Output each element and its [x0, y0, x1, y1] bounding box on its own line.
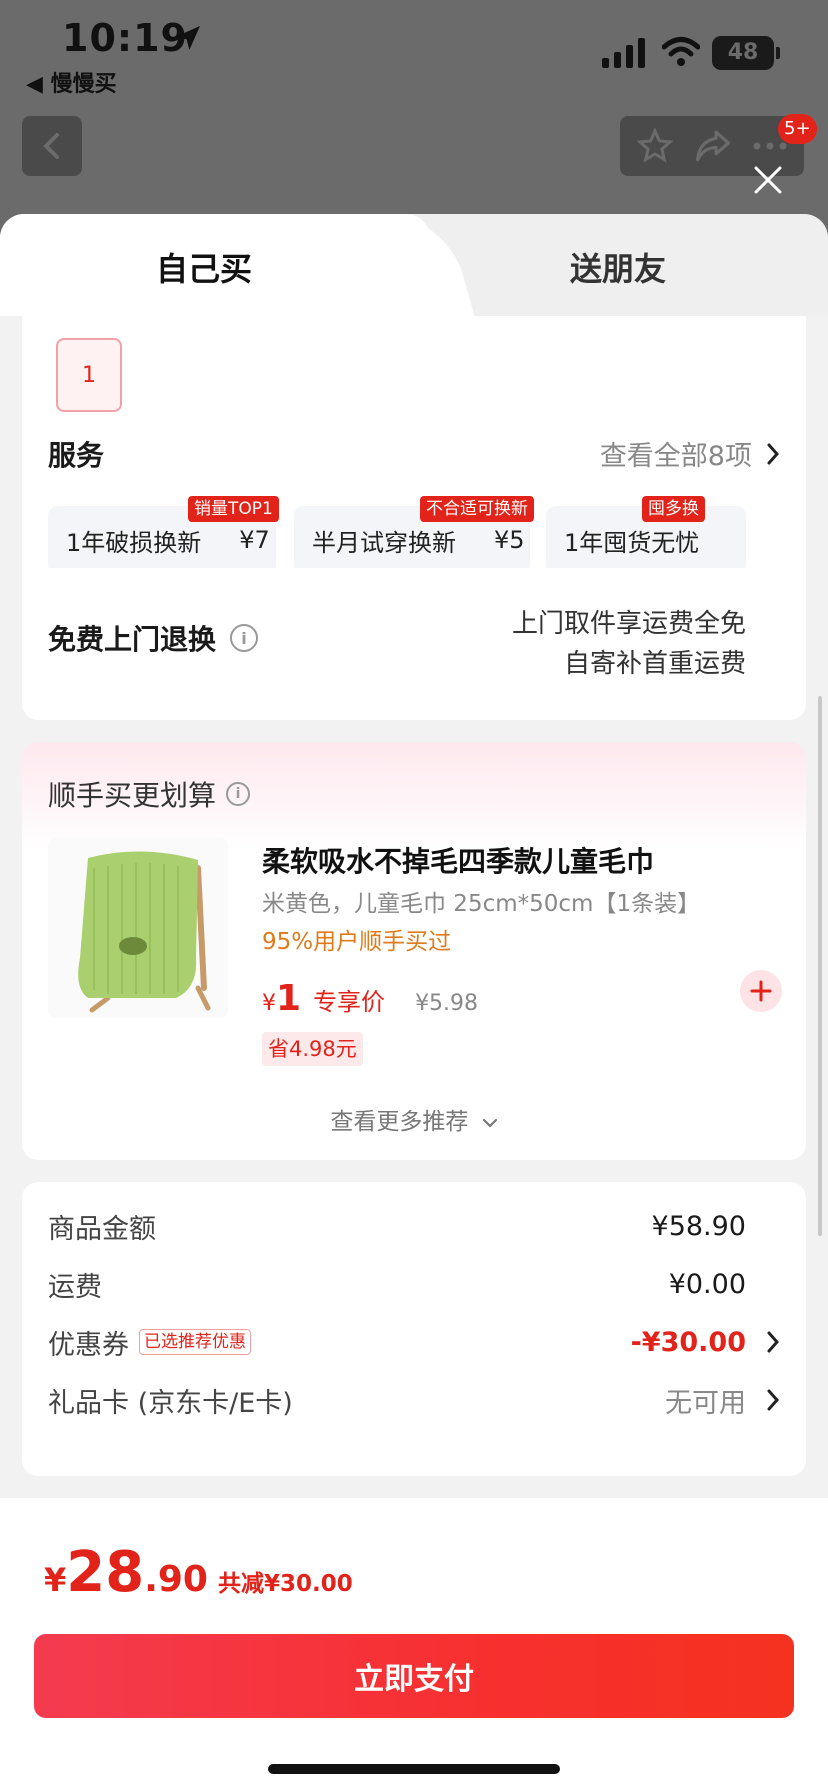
- chevron-down-icon: [482, 1118, 497, 1128]
- towel-image-icon: [48, 838, 228, 1018]
- scrollbar[interactable]: [818, 696, 822, 1236]
- goods-amount-row: 商品金额 ¥58.90: [48, 1206, 780, 1246]
- share-icon[interactable]: [694, 129, 732, 163]
- view-all-label: 查看全部8项: [599, 441, 752, 472]
- price-value: 1: [276, 978, 302, 1019]
- product-spec: 米黄色，儿童毛巾 25cm*50cm【1条装】: [262, 891, 701, 917]
- chevron-left-icon: [43, 133, 59, 159]
- chevron-right-icon: [767, 1331, 780, 1353]
- chevron-right-icon: [767, 1389, 780, 1411]
- chevron-right-icon: [767, 443, 780, 464]
- shipping-value: ¥0.00: [668, 1268, 746, 1300]
- view-all-services[interactable]: 查看全部8项: [600, 434, 780, 473]
- service-tag: 不合适可换新: [420, 496, 534, 522]
- original-price: ¥5.98: [415, 991, 479, 1016]
- info-icon[interactable]: i: [230, 624, 259, 652]
- back-button[interactable]: [22, 116, 82, 176]
- service-tag: 销量TOP1: [188, 496, 279, 522]
- free-return-label: 免费上门退换: [48, 623, 217, 656]
- coupon-label: 优惠券: [48, 1329, 129, 1361]
- free-return-desc: 上门取件享运费全免 自寄补首重运费: [512, 604, 746, 684]
- product-name[interactable]: 柔软吸水不掉毛四季款儿童毛巾: [262, 840, 654, 880]
- gift-card-row[interactable]: 礼品卡 (京东卡/E卡) 无可用: [48, 1380, 780, 1420]
- message-badge: 5+: [778, 114, 817, 144]
- add-to-order-button[interactable]: [740, 970, 782, 1012]
- background-page: 10:19 ◀ 慢慢买 48 5+: [0, 0, 828, 240]
- more-dots-icon[interactable]: [753, 141, 787, 151]
- clock: 10:19: [62, 16, 188, 60]
- price-currency: ¥: [262, 991, 276, 1016]
- battery-indicator: 48: [712, 36, 780, 70]
- tab-send-friend[interactable]: 送朋友: [570, 244, 666, 290]
- order-summary-card: 商品金额 ¥58.90 运费 ¥0.00 优惠券 已选推荐优惠 -¥30.00 …: [22, 1182, 806, 1476]
- service-card: 1 服务 查看全部8项 1年破损换新 ¥7 销量TOP1 半月试穿换新 ¥5 不…: [22, 316, 806, 720]
- coupon-tag: 已选推荐优惠: [139, 1329, 251, 1355]
- more-recommendations-label: 查看更多推荐: [330, 1109, 469, 1135]
- tab-buy-myself-label[interactable]: 自己买: [156, 244, 252, 290]
- service-name: 1年破损换新: [66, 528, 202, 557]
- service-tag: 囤多换: [642, 496, 705, 522]
- payment-footer: ¥ 28 .90 共减¥30.00 立即支付: [0, 1498, 828, 1792]
- pay-now-button[interactable]: 立即支付: [34, 1634, 794, 1718]
- home-indicator[interactable]: [268, 1764, 560, 1774]
- plus-icon: [750, 980, 772, 1002]
- back-to-app-link[interactable]: ◀ 慢慢买: [26, 66, 117, 98]
- service-options: 1年破损换新 ¥7 销量TOP1 半月试穿换新 ¥5 不合适可换新 1年囤货无忧…: [48, 496, 806, 568]
- shipping-row: 运费 ¥0.00: [48, 1264, 780, 1304]
- recommend-card: 顺手买更划算 i 柔软吸水不掉毛四季款儿童毛巾 米黄色，儿童毛巾 25cm*50…: [22, 742, 806, 1160]
- price-label: 专享价: [313, 988, 386, 1016]
- total-currency: ¥: [44, 1561, 67, 1599]
- total-decimal: .90: [144, 1559, 208, 1600]
- coupon-row[interactable]: 优惠券 已选推荐优惠 -¥30.00: [48, 1322, 780, 1362]
- product-price: ¥ 1 专享价 ¥5.98: [262, 978, 478, 1019]
- total-saved: 共减¥30.00: [217, 1571, 353, 1597]
- purchase-tabs: 自己买 送朋友: [0, 214, 828, 316]
- coupon-value: -¥30.00: [630, 1326, 746, 1358]
- service-name: 半月试穿换新: [312, 528, 456, 557]
- wifi-icon: [662, 37, 700, 66]
- shipping-label: 运费: [48, 1271, 102, 1303]
- total-price: ¥ 28 .90 共减¥30.00: [44, 1540, 353, 1605]
- free-return-line2: 自寄补首重运费: [563, 649, 746, 679]
- recommend-title: 顺手买更划算 i: [48, 774, 251, 814]
- total-integer: 28: [66, 1540, 145, 1605]
- cellular-signal-icon: [602, 38, 645, 68]
- close-icon[interactable]: [752, 164, 784, 196]
- goods-amount-label: 商品金额: [48, 1213, 156, 1245]
- location-arrow-icon: [176, 26, 200, 50]
- gift-card-label: 礼品卡 (京东卡/E卡): [48, 1387, 293, 1419]
- info-icon[interactable]: i: [226, 782, 251, 806]
- goods-amount-value: ¥58.90: [651, 1210, 746, 1242]
- savings-badge: 省4.98元: [262, 1032, 363, 1066]
- status-bar: 10:19 ◀ 慢慢买 48: [0, 0, 828, 110]
- free-return-title: 免费上门退换 i: [48, 618, 259, 658]
- quantity-option[interactable]: 1: [56, 338, 122, 412]
- product-image[interactable]: [48, 838, 228, 1018]
- gift-card-value: 无可用: [665, 1387, 746, 1419]
- service-price: ¥5: [494, 526, 525, 554]
- service-name: 1年囤货无忧: [564, 528, 700, 557]
- more-recommendations[interactable]: 查看更多推荐: [22, 1102, 806, 1136]
- recommend-title-label: 顺手买更划算: [48, 779, 217, 812]
- checkout-sheet: 自己买 送朋友 1 服务 查看全部8项 1年破损换新 ¥7 销量TOP1 半月试…: [0, 214, 828, 1792]
- service-title: 服务: [48, 439, 105, 472]
- product-popularity: 95%用户顺手买过: [262, 929, 452, 955]
- free-return-line1: 上门取件享运费全免: [511, 609, 746, 639]
- service-price: ¥7: [239, 526, 270, 554]
- star-icon[interactable]: [636, 128, 673, 164]
